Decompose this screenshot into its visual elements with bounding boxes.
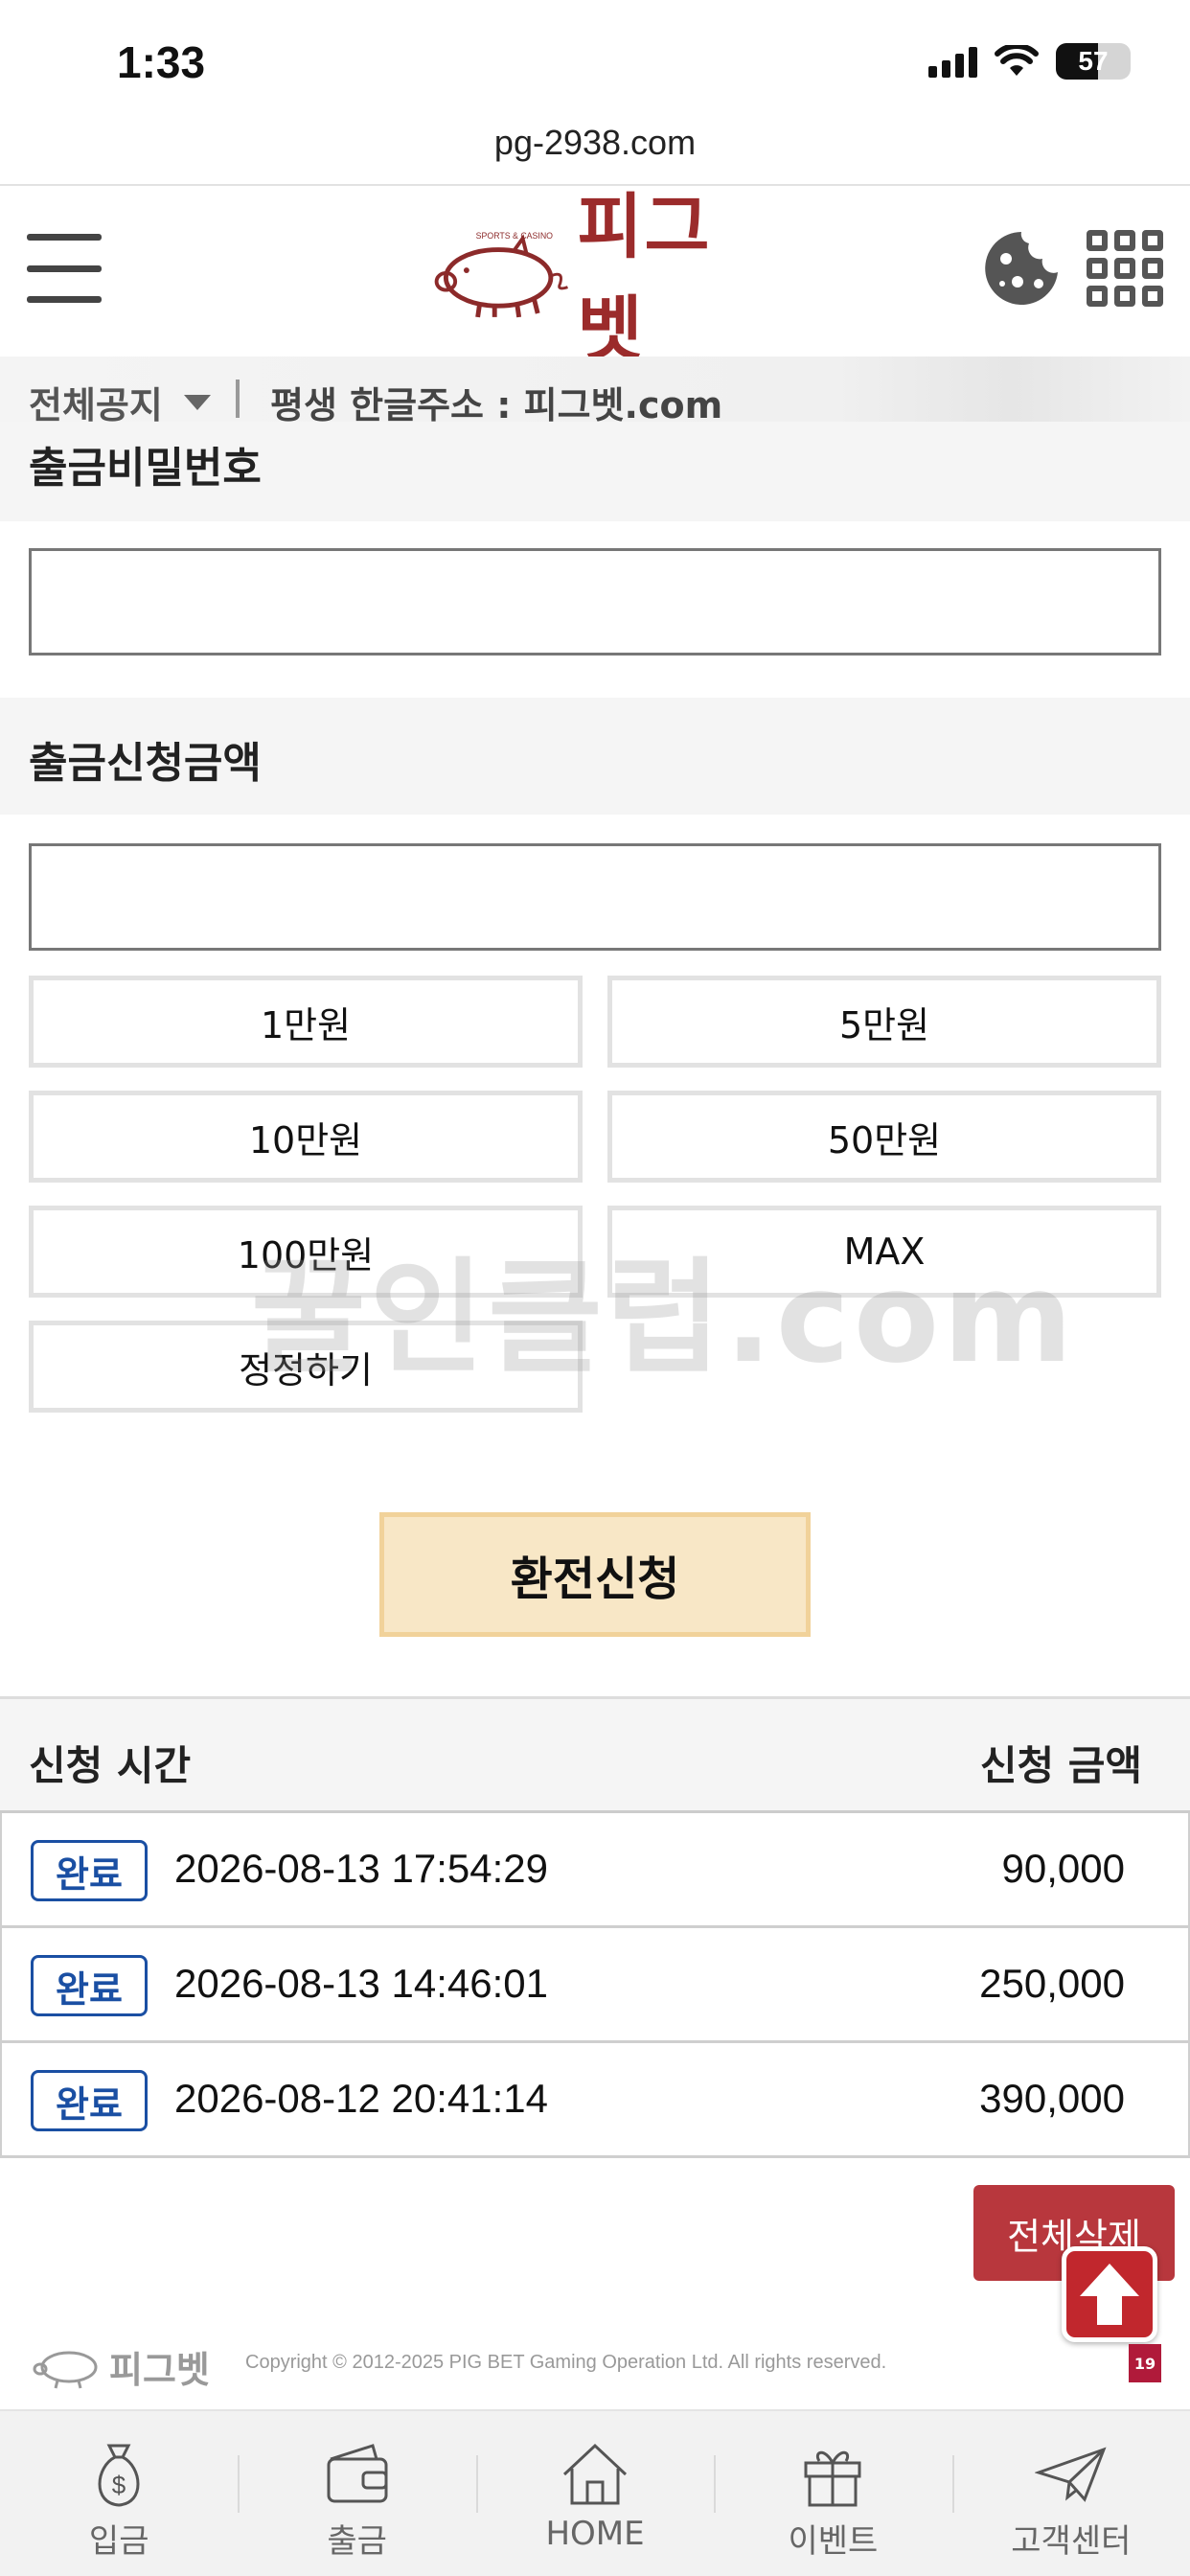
status-badge: 완료 bbox=[31, 1840, 148, 1901]
battery-icon: 57 bbox=[1056, 43, 1131, 80]
status-time: 1:33 bbox=[117, 37, 206, 87]
pig-logo-icon bbox=[33, 2351, 98, 2388]
withdraw-history-table: 신청 시간 신청 금액 완료 2026-08-13 17:54:29 90,00… bbox=[0, 1696, 1190, 2158]
history-header: 신청 시간 신청 금액 bbox=[0, 1696, 1190, 1813]
amount-500k-button[interactable]: 50만원 bbox=[607, 1091, 1161, 1183]
cellular-signal-icon bbox=[928, 45, 977, 78]
withdraw-password-label: 출금비밀번호 bbox=[29, 444, 262, 493]
nav-event[interactable]: 이벤트 bbox=[714, 2411, 951, 2576]
amount-1m-button[interactable]: 100만원 bbox=[29, 1206, 583, 1298]
logo-tagline: SPORTS & CASINO bbox=[476, 231, 554, 241]
nav-withdraw[interactable]: 출금 bbox=[238, 2411, 475, 2576]
withdraw-amount-input[interactable] bbox=[29, 843, 1161, 951]
nav-home[interactable]: HOME bbox=[475, 2411, 714, 2576]
nav-support[interactable]: 고객센터 bbox=[951, 2411, 1190, 2576]
home-icon bbox=[562, 2443, 628, 2505]
amount-reset-button[interactable]: 정정하기 bbox=[29, 1321, 583, 1413]
withdraw-amount-section: 출금신청금액 bbox=[0, 698, 1190, 815]
amount-10k-button[interactable]: 1만원 bbox=[29, 976, 583, 1068]
dropdown-arrow-icon[interactable] bbox=[184, 395, 211, 410]
nav-event-label: 이벤트 bbox=[788, 2522, 879, 2561]
nav-withdraw-label: 출금 bbox=[327, 2522, 387, 2561]
history-col-time: 신청 시간 bbox=[29, 1742, 192, 1789]
apps-grid-icon[interactable] bbox=[1087, 230, 1163, 307]
money-bag-icon: $ bbox=[98, 2444, 140, 2507]
paper-plane-icon bbox=[1034, 2447, 1107, 2502]
status-badge: 완료 bbox=[31, 2070, 148, 2131]
row-time: 2026-08-12 20:41:14 bbox=[174, 2076, 548, 2121]
footer-logo: 피그벳 bbox=[29, 2340, 210, 2393]
footer-logo-text: 피그벳 bbox=[109, 2349, 210, 2391]
status-bar: 1:33 57 pg-2938.com bbox=[0, 0, 1190, 162]
amount-50k-button[interactable]: 5만원 bbox=[607, 976, 1161, 1068]
scroll-to-top-button[interactable] bbox=[1062, 2246, 1157, 2342]
bottom-nav: $ 입금 출금 HOME 이벤트 고객센터 bbox=[0, 2409, 1190, 2576]
arrow-up-icon bbox=[1080, 2264, 1139, 2325]
wallet-icon bbox=[327, 2444, 388, 2503]
nav-deposit[interactable]: $ 입금 bbox=[0, 2411, 238, 2576]
row-time: 2026-08-13 17:54:29 bbox=[174, 1846, 548, 1891]
withdraw-password-section: 출금비밀번호 bbox=[0, 422, 1190, 521]
notice-text: 평생 한글주소 : 피그벳.com bbox=[270, 384, 723, 426]
nav-deposit-label: 입금 bbox=[88, 2522, 149, 2561]
notice-label: 전체공지 bbox=[29, 384, 163, 426]
table-row[interactable]: 완료 2026-08-13 14:46:01 250,000 bbox=[0, 1928, 1190, 2043]
site-logo[interactable]: SPORTS & CASINO 피그벳 bbox=[420, 186, 774, 371]
cookie-icon[interactable] bbox=[981, 228, 1062, 309]
history-col-amount: 신청 금액 bbox=[979, 1742, 1142, 1789]
status-icons: 57 bbox=[928, 42, 1131, 80]
site-header: SPORTS & CASINO 피그벳 bbox=[0, 186, 1190, 371]
nav-support-label: 고객센터 bbox=[1011, 2522, 1132, 2561]
pig-logo-icon: SPORTS & CASINO bbox=[434, 231, 568, 318]
age-restriction-badge: 19 bbox=[1129, 2344, 1161, 2382]
battery-percent: 57 bbox=[1078, 46, 1109, 76]
amount-max-button[interactable]: MAX bbox=[607, 1206, 1161, 1298]
row-amount: 90,000 bbox=[1001, 1846, 1125, 1891]
copyright-text: Copyright © 2012-2025 PIG BET Gaming Ope… bbox=[245, 2352, 887, 2373]
logo-text: 피그벳 bbox=[577, 186, 712, 371]
row-amount: 390,000 bbox=[979, 2076, 1125, 2121]
withdraw-submit-button[interactable]: 환전신청 bbox=[379, 1512, 811, 1637]
gift-icon bbox=[804, 2450, 861, 2507]
status-badge: 완료 bbox=[31, 1955, 148, 2016]
svg-text:$: $ bbox=[112, 2471, 126, 2499]
table-row[interactable]: 완료 2026-08-12 20:41:14 390,000 bbox=[0, 2043, 1190, 2158]
wifi-icon bbox=[995, 45, 1039, 76]
withdraw-amount-label: 출금신청금액 bbox=[29, 739, 262, 788]
nav-home-label: HOME bbox=[545, 2515, 645, 2553]
amount-100k-button[interactable]: 10만원 bbox=[29, 1091, 583, 1183]
row-time: 2026-08-13 14:46:01 bbox=[174, 1961, 548, 2006]
withdraw-password-input[interactable] bbox=[29, 548, 1161, 656]
notice-divider bbox=[236, 380, 240, 418]
table-row[interactable]: 완료 2026-08-13 17:54:29 90,000 bbox=[0, 1813, 1190, 1928]
footer: 피그벳 Copyright © 2012-2025 PIG BET Gaming… bbox=[0, 2329, 1190, 2405]
row-amount: 250,000 bbox=[979, 1961, 1125, 2006]
hamburger-menu-icon[interactable] bbox=[27, 234, 102, 303]
browser-url[interactable]: pg-2938.com bbox=[0, 123, 1190, 163]
